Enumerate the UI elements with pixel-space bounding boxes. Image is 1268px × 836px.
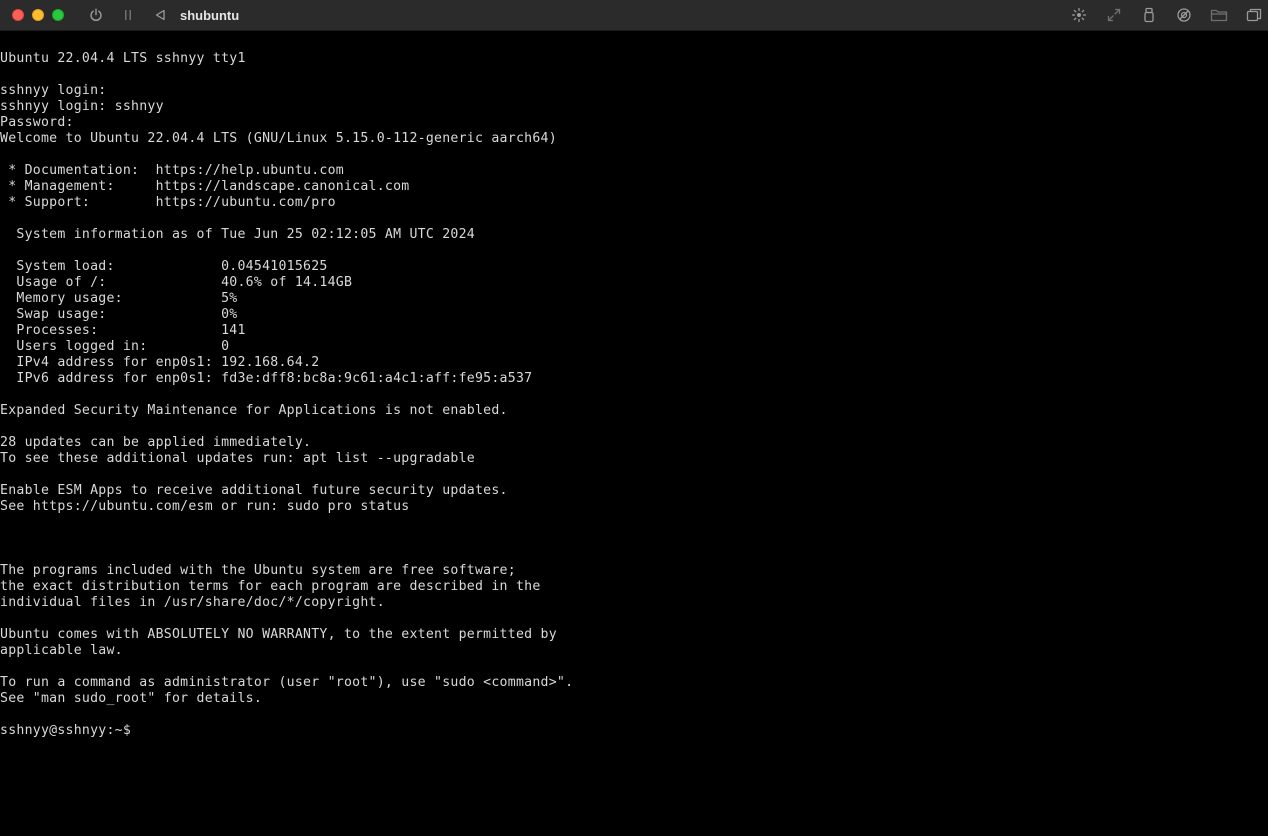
terminal-line: Memory usage: 5%: [0, 291, 238, 306]
usb-icon[interactable]: [1139, 5, 1159, 25]
terminal-line: See "man sudo_root" for details.: [0, 691, 263, 706]
windows-icon[interactable]: [1244, 5, 1264, 25]
terminal-line: Enable ESM Apps to receive additional fu…: [0, 483, 508, 498]
terminal-line: * Management: https://landscape.canonica…: [0, 179, 410, 194]
toolbar-right: [1069, 5, 1264, 25]
terminal-line: To run a command as administrator (user …: [0, 675, 574, 690]
back-icon[interactable]: [150, 5, 170, 25]
share-icon[interactable]: [1174, 5, 1194, 25]
terminal-console[interactable]: Ubuntu 22.04.4 LTS sshnyy tty1 sshnyy log…: [0, 51, 1268, 836]
terminal-line: Users logged in: 0: [0, 339, 230, 354]
close-button[interactable]: [12, 9, 24, 21]
terminal-line: individual files in /usr/share/doc/*/cop…: [0, 595, 385, 610]
terminal-line: Welcome to Ubuntu 22.04.4 LTS (GNU/Linux…: [0, 131, 557, 146]
folder-icon[interactable]: [1209, 5, 1229, 25]
vm-window: shubuntu Ubuntu 22.04.4 LTS sshnyy tty1 …: [0, 0, 1268, 836]
terminal-line: sshnyy login: sshnyy: [0, 99, 164, 114]
terminal-line: Ubuntu comes with ABSOLUTELY NO WARRANTY…: [0, 627, 557, 642]
terminal-line: System information as of Tue Jun 25 02:1…: [0, 227, 475, 242]
terminal-line: Swap usage: 0%: [0, 307, 238, 322]
terminal-line: 28 updates can be applied immediately.: [0, 435, 312, 450]
terminal-line: IPv6 address for enp0s1: fd3e:dff8:bc8a:…: [0, 371, 533, 386]
terminal-line: The programs included with the Ubuntu sy…: [0, 563, 516, 578]
title-bar: shubuntu: [0, 0, 1268, 31]
fullscreen-icon[interactable]: [1104, 5, 1124, 25]
terminal-line: sshnyy login:: [0, 83, 107, 98]
terminal-line: * Documentation: https://help.ubuntu.com: [0, 163, 344, 178]
shell-prompt: sshnyy@sshnyy:~$: [0, 723, 132, 738]
terminal-line: Password:: [0, 115, 74, 130]
terminal-line: System load: 0.04541015625: [0, 259, 328, 274]
terminal-line: Expanded Security Maintenance for Applic…: [0, 403, 508, 418]
power-icon[interactable]: [86, 5, 106, 25]
pause-icon[interactable]: [118, 5, 138, 25]
terminal-line: * Support: https://ubuntu.com/pro: [0, 195, 336, 210]
vm-controls: [86, 5, 170, 25]
terminal-line: the exact distribution terms for each pr…: [0, 579, 541, 594]
terminal-line: To see these additional updates run: apt…: [0, 451, 475, 466]
zoom-button[interactable]: [52, 9, 64, 21]
terminal-line: Ubuntu 22.04.4 LTS sshnyy tty1: [0, 51, 246, 66]
terminal-line: IPv4 address for enp0s1: 192.168.64.2: [0, 355, 320, 370]
window-controls: [12, 9, 64, 21]
window-title: shubuntu: [180, 7, 240, 23]
terminal-line: See https://ubuntu.com/esm or run: sudo …: [0, 499, 410, 514]
brightness-icon[interactable]: [1069, 5, 1089, 25]
terminal-line: Usage of /: 40.6% of 14.14GB: [0, 275, 353, 290]
terminal-line: applicable law.: [0, 643, 123, 658]
minimize-button[interactable]: [32, 9, 44, 21]
terminal-line: Processes: 141: [0, 323, 246, 338]
